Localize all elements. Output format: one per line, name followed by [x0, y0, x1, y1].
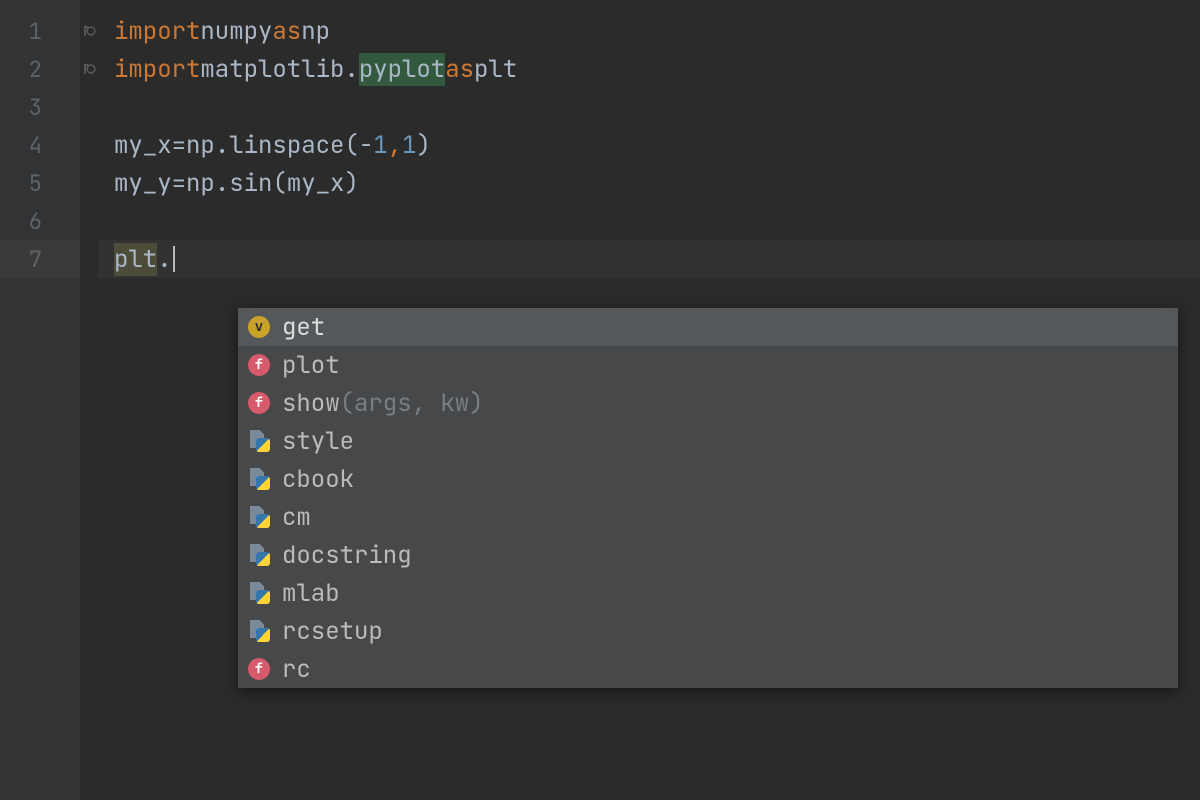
function-icon: f	[248, 354, 270, 376]
function-icon: f	[248, 658, 270, 680]
module-icon	[248, 544, 270, 566]
autocomplete-item[interactable]: mlab	[238, 574, 1178, 612]
fold-toggle-icon[interactable]	[80, 12, 98, 50]
code-editor: 1234567 import numpy as npimport matplot…	[0, 0, 1200, 800]
code-line[interactable]: import matplotlib.pyplot as plt	[114, 50, 1200, 88]
autocomplete-item[interactable]: fshow(args, kw)	[238, 384, 1178, 422]
autocomplete-item[interactable]: style	[238, 422, 1178, 460]
autocomplete-label: rc	[282, 654, 311, 685]
autocomplete-label: plot	[282, 350, 340, 381]
code-line[interactable]	[114, 88, 1200, 126]
autocomplete-popup[interactable]: vgetfplotfshow(args, kw)stylecbookcmdocs…	[238, 308, 1178, 688]
autocomplete-item[interactable]: rcsetup	[238, 612, 1178, 650]
function-icon: f	[248, 392, 270, 414]
line-number: 7	[0, 240, 80, 278]
autocomplete-label: cbook	[282, 464, 354, 495]
autocomplete-item[interactable]: fplot	[238, 346, 1178, 384]
autocomplete-params: (args, kw)	[340, 388, 484, 419]
fold-toggle-icon[interactable]	[80, 50, 98, 88]
line-number: 4	[0, 126, 80, 164]
code-line[interactable]	[114, 202, 1200, 240]
autocomplete-item[interactable]: cm	[238, 498, 1178, 536]
variable-icon: v	[248, 316, 270, 338]
code-area[interactable]: import numpy as npimport matplotlib.pypl…	[98, 0, 1200, 800]
text-caret	[173, 246, 175, 272]
autocomplete-label: rcsetup	[282, 616, 383, 647]
module-icon	[248, 620, 270, 642]
autocomplete-item[interactable]: frc	[238, 650, 1178, 688]
autocomplete-item[interactable]: docstring	[238, 536, 1178, 574]
line-number: 5	[0, 164, 80, 202]
module-icon	[248, 430, 270, 452]
code-line[interactable]: my_y = np.sin(my_x)	[114, 164, 1200, 202]
autocomplete-label: docstring	[282, 540, 412, 571]
module-icon	[248, 506, 270, 528]
module-icon	[248, 468, 270, 490]
line-number: 6	[0, 202, 80, 240]
fold-margin	[80, 0, 98, 800]
autocomplete-label: mlab	[282, 578, 340, 609]
autocomplete-label: show	[282, 388, 340, 419]
code-line[interactable]: import numpy as np	[114, 12, 1200, 50]
line-number: 3	[0, 88, 80, 126]
autocomplete-label: style	[282, 426, 354, 457]
autocomplete-label: cm	[282, 502, 311, 533]
autocomplete-item[interactable]: cbook	[238, 460, 1178, 498]
line-number: 1	[0, 12, 80, 50]
code-line[interactable]: my_x = np.linspace(-1, 1)	[114, 126, 1200, 164]
autocomplete-label: get	[282, 312, 325, 343]
module-icon	[248, 582, 270, 604]
line-number-gutter: 1234567	[0, 0, 80, 800]
code-line[interactable]: plt.	[98, 240, 1200, 278]
autocomplete-item[interactable]: vget	[238, 308, 1178, 346]
line-number: 2	[0, 50, 80, 88]
